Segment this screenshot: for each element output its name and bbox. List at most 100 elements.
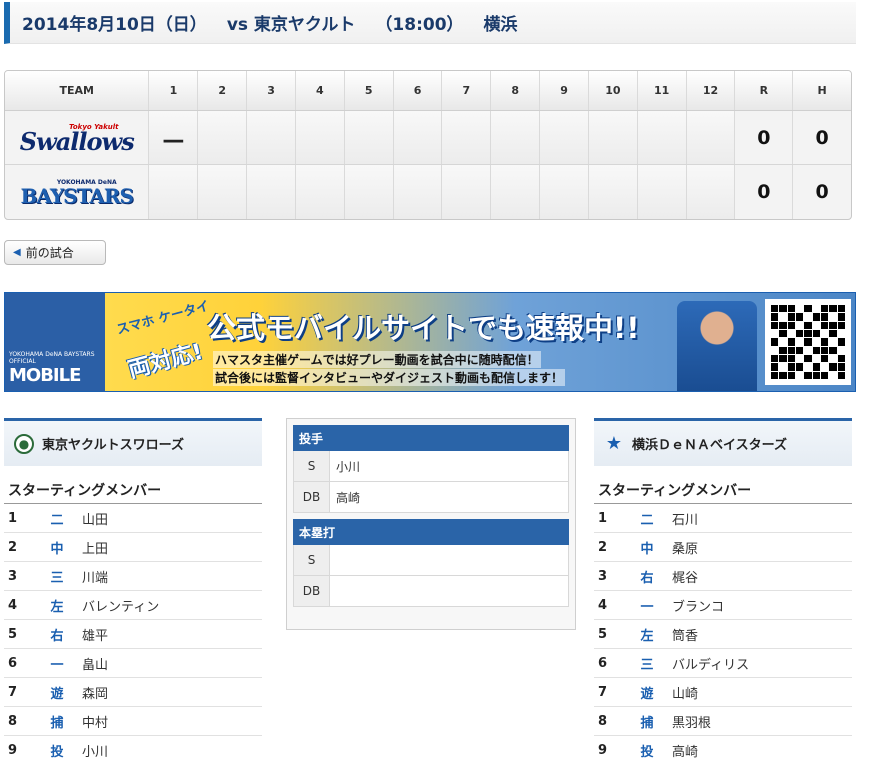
swallows-runs: 0	[735, 111, 794, 164]
batting-order: 4	[8, 597, 18, 613]
player-name[interactable]: 山田	[76, 509, 262, 528]
pitcher-name[interactable]: 小川	[330, 451, 568, 481]
baystars-star-icon: ★	[605, 433, 623, 454]
pitcher-team-key: S	[294, 451, 330, 481]
lineup-row: 2 中桑原	[594, 533, 852, 562]
game-opponent: vs 東京ヤクルト	[226, 15, 356, 35]
player-name[interactable]: 森岡	[76, 683, 262, 702]
inning-cell	[491, 165, 541, 219]
lineup-row: 5 左筒香	[594, 620, 852, 649]
lineup-row: 7 遊森岡	[4, 678, 262, 707]
player-name[interactable]: 高崎	[666, 741, 852, 760]
lineup-row: 2 中上田	[4, 533, 262, 562]
pitcher-homerun-box: 投手 S 小川 DB 高崎 本塁打 S DB	[286, 418, 576, 630]
mobile-logo-big: MOBILE	[9, 365, 81, 386]
player-name[interactable]: 梶谷	[666, 567, 852, 586]
pitcher-team-key: DB	[294, 482, 330, 512]
mobile-logo: YOKOHAMA DeNA BAYSTARS OFFICIAL MOBILE	[5, 293, 105, 391]
fielding-position: 二	[50, 512, 64, 528]
scoreboard-row-baystars: YOKOHAMA DeNA BAYSTARS 0 0	[5, 165, 851, 219]
player-name[interactable]: 石川	[666, 509, 852, 528]
batting-order: 7	[598, 684, 608, 700]
lineup-row: 9 投小川	[4, 736, 262, 762]
homerun-row: S	[293, 545, 569, 576]
left-triangle-icon: ◀	[13, 247, 21, 258]
homerun-row: DB	[293, 576, 569, 607]
batting-order: 3	[8, 568, 18, 584]
player-name[interactable]: 筒香	[666, 625, 852, 644]
player-name[interactable]: 小川	[76, 741, 262, 760]
homerun-value	[330, 545, 568, 575]
inning-cell	[198, 165, 248, 219]
player-name[interactable]: バルディリス	[666, 654, 852, 673]
inning-cell	[344, 111, 394, 164]
col-inning-2: 2	[198, 71, 248, 110]
homerun-heading: 本塁打	[293, 519, 569, 545]
inning-cell	[588, 111, 638, 164]
scoreboard-row-swallows: Tokyo Yakult Swallows — 0 0	[5, 111, 851, 165]
player-name[interactable]: 黒羽根	[666, 712, 852, 731]
batting-order: 8	[598, 713, 608, 729]
inning-cell	[588, 165, 638, 219]
player-name[interactable]: 中村	[76, 712, 262, 731]
player-name[interactable]: バレンティン	[76, 596, 262, 615]
team-name-swallows[interactable]: 東京ヤクルトスワローズ	[42, 434, 184, 453]
col-hits: H	[817, 84, 827, 97]
homerun-team-key: S	[294, 545, 330, 575]
player-name[interactable]: 畠山	[76, 654, 262, 673]
col-inning-4: 4	[296, 71, 345, 110]
inning-cell	[344, 165, 394, 219]
batting-order: 9	[598, 742, 608, 758]
mobile-logo-small: YOKOHAMA DeNA BAYSTARS OFFICIAL	[9, 351, 95, 365]
player-name[interactable]: ブランコ	[666, 596, 852, 615]
col-team: TEAM	[5, 71, 150, 110]
team-name-baystars[interactable]: 横浜ＤｅＮＡベイスターズ	[632, 434, 787, 453]
swallows-logo-main: Swallows	[19, 126, 135, 156]
inning-cell	[295, 165, 345, 219]
scoreboard: TEAM 1 2 3 4 5 6 7 8 9 10 11 12 R H Toky…	[4, 70, 852, 220]
scoreboard-header-row: TEAM 1 2 3 4 5 6 7 8 9 10 11 12 R H	[5, 71, 851, 111]
fielding-position: 三	[50, 570, 64, 586]
banner-line-3: 試合後には監督インタビューやダイジェスト動画も配信します！	[213, 369, 566, 386]
player-name[interactable]: 上田	[76, 538, 262, 557]
player-name[interactable]: 桑原	[666, 538, 852, 557]
inning-cell	[393, 111, 443, 164]
inning-cell	[442, 111, 492, 164]
lineup-row: 5 右雄平	[4, 620, 262, 649]
lineup-row: 3 三川端	[4, 562, 262, 591]
lineup-row: 8 捕黒羽根	[594, 707, 852, 736]
inning-cell	[198, 111, 248, 164]
inning-cell	[686, 111, 736, 164]
inning-cell	[442, 165, 492, 219]
prev-game-button[interactable]: ◀ 前の試合	[4, 240, 106, 265]
pitcher-name[interactable]: 高崎	[330, 482, 568, 512]
lineup-row: 8 捕中村	[4, 707, 262, 736]
lineup-row: 4 左バレンティン	[4, 591, 262, 620]
baystars-runs: 0	[735, 165, 794, 219]
col-inning-8: 8	[491, 71, 541, 110]
col-inning-7: 7	[442, 71, 492, 110]
game-time: （18:00）	[375, 15, 464, 35]
batting-order: 5	[598, 626, 608, 642]
player-photo	[677, 301, 757, 391]
col-inning-5: 5	[345, 71, 394, 110]
col-inning-1: 1	[149, 71, 199, 110]
player-name[interactable]: 雄平	[76, 625, 262, 644]
lineup-row: 1 二石川	[594, 504, 852, 533]
homerun-value	[330, 576, 568, 606]
fielding-position: 右	[640, 570, 654, 586]
swallows-emblem-icon: ●	[14, 433, 34, 454]
inning-cell	[540, 165, 589, 219]
banner-tag-devices: スマホ ケータイ	[115, 298, 211, 338]
mobile-site-banner[interactable]: YOKOHAMA DeNA BAYSTARS OFFICIAL MOBILE ス…	[4, 292, 856, 392]
inning-cell	[491, 111, 541, 164]
col-inning-12: 12	[687, 71, 736, 110]
prev-game-label: 前の試合	[25, 246, 74, 260]
team-logo-swallows[interactable]: Tokyo Yakult Swallows	[5, 111, 150, 164]
col-inning-10: 10	[589, 71, 638, 110]
player-name[interactable]: 山崎	[666, 683, 852, 702]
batting-order: 6	[598, 655, 608, 671]
lineup-row: 3 右梶谷	[594, 562, 852, 591]
team-logo-baystars[interactable]: YOKOHAMA DeNA BAYSTARS	[5, 165, 150, 219]
player-name[interactable]: 川端	[76, 567, 262, 586]
